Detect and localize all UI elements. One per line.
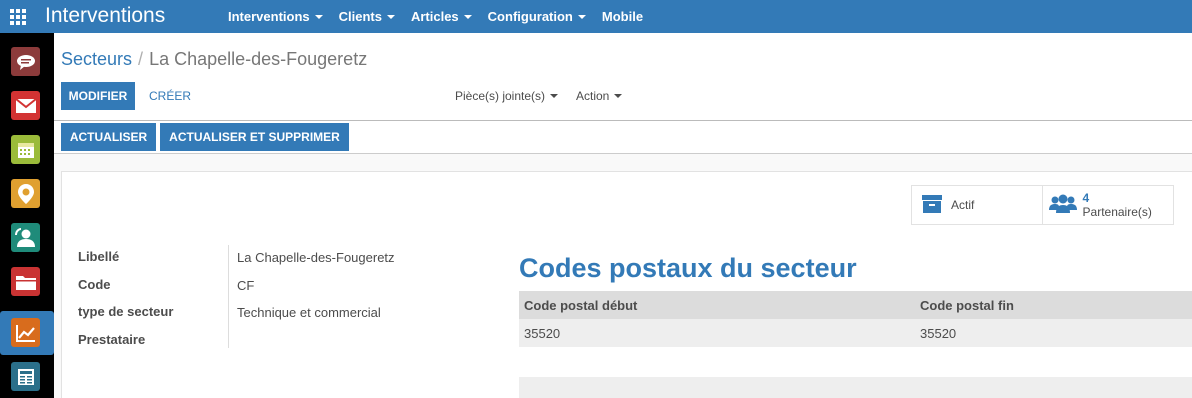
field-separator xyxy=(228,245,229,348)
apps-menu-icon[interactable] xyxy=(10,9,26,25)
app-sidebar xyxy=(0,33,54,398)
attachments-dropdown[interactable]: Pièce(s) jointe(s) xyxy=(455,89,559,103)
table-footer xyxy=(519,377,1192,398)
field-label-prestataire: Prestataire xyxy=(78,332,146,347)
menu-configuration[interactable]: Configuration xyxy=(488,9,586,24)
reporting-icon[interactable] xyxy=(11,318,40,347)
postal-codes-title: Codes postaux du secteur xyxy=(519,253,857,283)
menu-clients[interactable]: Clients xyxy=(339,9,395,24)
active-toggle-button[interactable]: Actif xyxy=(912,186,1043,224)
archive-icon xyxy=(921,194,943,217)
menu-label: Clients xyxy=(338,9,382,24)
postal-codes-table: Code postal début Code postal fin 35520 … xyxy=(519,291,1192,347)
attachments-label: Pièce(s) jointe(s) xyxy=(455,89,546,103)
folder-icon[interactable] xyxy=(11,267,40,296)
partners-button[interactable]: 4 Partenaire(s) xyxy=(1043,186,1173,224)
caret-down-icon xyxy=(314,14,323,19)
caret-down-icon xyxy=(550,94,559,98)
refresh-delete-button[interactable]: Actualiser et supprimer xyxy=(160,123,349,151)
column-header-end[interactable]: Code postal fin xyxy=(920,298,1014,313)
action-label: Action xyxy=(576,89,610,103)
column-header-start[interactable]: Code postal début xyxy=(524,298,637,313)
table-header: Code postal début Code postal fin xyxy=(519,291,1192,319)
menu-label: Mobile xyxy=(601,9,644,24)
main-content: Secteurs / La Chapelle-des-Fougeretz Modif… xyxy=(54,33,1192,398)
field-label-libelle: Libellé xyxy=(78,249,120,264)
action-dropdown[interactable]: Action xyxy=(576,89,623,103)
menu-mobile[interactable]: Mobile xyxy=(602,9,643,24)
menu-articles[interactable]: Articles xyxy=(411,9,472,24)
users-icon xyxy=(1048,194,1077,217)
newspaper-icon[interactable] xyxy=(11,362,40,391)
main-menu: Interventions Clients Articles Configura… xyxy=(228,0,659,33)
caret-down-icon xyxy=(577,14,586,19)
field-value-libelle: La Chapelle-des-Fougeretz xyxy=(237,250,395,265)
partners-stat: 4 Partenaire(s) xyxy=(1083,191,1152,219)
edit-button[interactable]: Modifier xyxy=(61,82,135,110)
partners-label: Partenaire(s) xyxy=(1082,205,1152,219)
field-label-code: Code xyxy=(78,277,111,292)
field-value-type-secteur: Technique et commercial xyxy=(237,305,381,320)
contacts-icon[interactable] xyxy=(11,223,40,252)
caret-down-icon xyxy=(386,14,395,19)
cell-start: 35520 xyxy=(524,326,561,341)
breadcrumb-parent-link[interactable]: Secteurs xyxy=(61,49,132,69)
partners-count: 4 xyxy=(1082,191,1090,205)
table-row[interactable]: 35520 35520 xyxy=(519,319,1192,347)
cell-end: 35520 xyxy=(920,326,957,341)
create-button[interactable]: Créer xyxy=(149,89,191,103)
control-panel-divider xyxy=(54,120,1192,121)
menu-interventions[interactable]: Interventions xyxy=(228,9,323,24)
location-icon[interactable] xyxy=(11,179,40,208)
top-navbar: Interventions Interventions Clients Arti… xyxy=(0,0,1192,33)
discuss-icon[interactable] xyxy=(11,47,40,76)
refresh-button[interactable]: Actualiser xyxy=(61,123,156,151)
breadcrumb-current: La Chapelle-des-Fougeretz xyxy=(149,49,368,69)
stat-button-box: Actif 4 Partenaire(s) xyxy=(911,185,1174,225)
calendar-icon[interactable] xyxy=(11,135,40,164)
app-brand-title: Interventions xyxy=(45,4,166,27)
menu-label: Interventions xyxy=(228,9,310,24)
menu-label: Articles xyxy=(410,9,459,24)
field-value-code: CF xyxy=(237,278,255,293)
field-label-type-secteur: type de secteur xyxy=(78,304,174,319)
breadcrumb: Secteurs / La Chapelle-des-Fougeretz xyxy=(61,49,367,69)
caret-down-icon xyxy=(614,94,623,98)
form-sheet: Actif 4 Partenaire(s) Libellé Code type … xyxy=(61,171,1192,398)
breadcrumb-separator: / xyxy=(138,49,144,69)
active-label: Actif xyxy=(951,198,975,212)
menu-label: Configuration xyxy=(487,9,573,24)
mail-icon[interactable] xyxy=(11,91,40,120)
caret-down-icon xyxy=(463,14,472,19)
